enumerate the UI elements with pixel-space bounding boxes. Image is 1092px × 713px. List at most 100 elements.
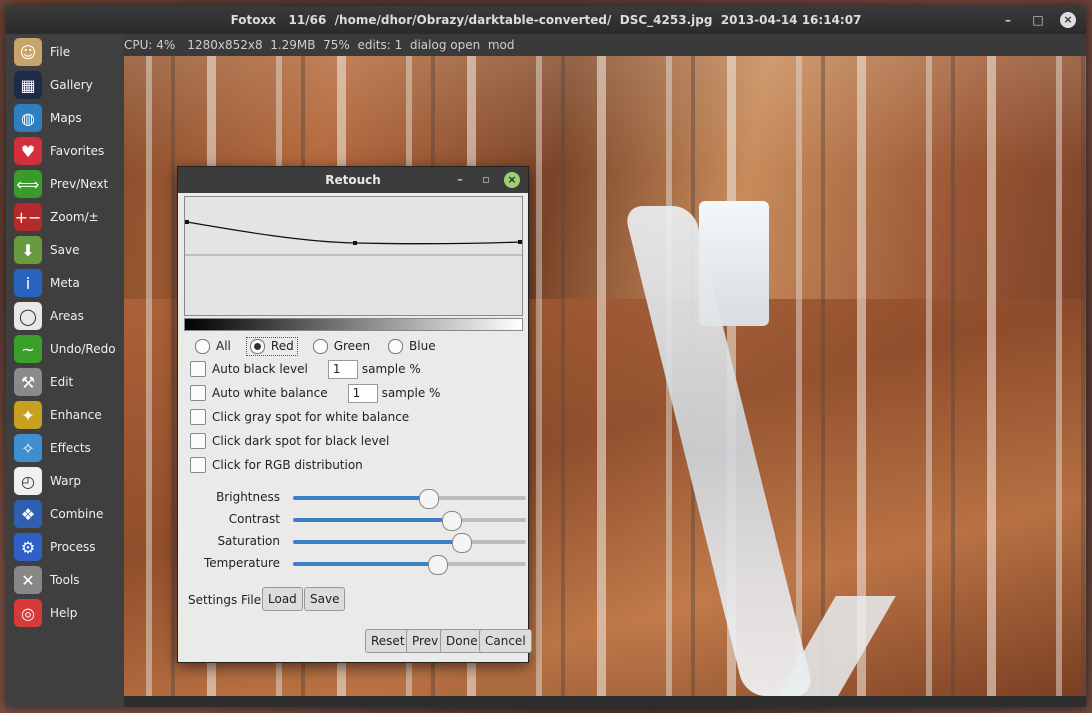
info-icon: i: [14, 269, 42, 297]
sidebar-item-process[interactable]: ⚙ Process: [14, 532, 122, 562]
magic-wand-icon: ✦: [14, 401, 42, 429]
close-button[interactable]: ×: [1060, 12, 1076, 28]
dark-spot-checkbox[interactable]: [190, 433, 206, 449]
slider-knob[interactable]: [419, 489, 440, 509]
sidebar-item-meta[interactable]: i Meta: [14, 268, 122, 298]
radio-indicator: [195, 338, 210, 354]
sidebar-item-combine[interactable]: ❖ Combine: [14, 499, 122, 529]
sidebar-item-effects[interactable]: ✧ Effects: [14, 433, 122, 463]
slider-saturation: Saturation: [188, 531, 526, 553]
curve-node[interactable]: [185, 220, 189, 224]
auto-white-sample-input[interactable]: 1: [347, 383, 378, 403]
slider-track[interactable]: [293, 489, 526, 509]
sidebar-item-edit[interactable]: ⚒ Edit: [14, 367, 122, 397]
auto-black-row: Auto black level 1 sample %: [190, 359, 421, 379]
slider-knob[interactable]: [451, 533, 472, 553]
curve-node[interactable]: [518, 240, 522, 244]
channel-radio-green[interactable]: Green: [310, 338, 373, 355]
radio-indicator: [312, 338, 328, 354]
sidebar-item-label: Process: [50, 540, 96, 554]
sidebar-item-label: Tools: [50, 573, 80, 587]
curve-node[interactable]: [353, 241, 357, 245]
done-button[interactable]: Done: [440, 629, 484, 653]
slider-fill: [293, 540, 461, 544]
sidebar-item-help[interactable]: ◎ Help: [14, 598, 122, 628]
slider-label: Saturation: [217, 534, 280, 548]
slider-fill: [293, 562, 438, 566]
status-bar: CPU: 4% 1280x852x8 1.29MB 75% edits: 1 d…: [124, 34, 1086, 56]
fotoxx-window: Fotoxx 11/66 /home/dhor/Obrazy/darktable…: [6, 6, 1086, 707]
auto-black-checkbox[interactable]: [190, 361, 206, 377]
sidebar-item-maps[interactable]: ◍ Maps: [14, 103, 122, 133]
slider-knob[interactable]: [428, 555, 449, 575]
dark-spot-row: Click dark spot for black level: [190, 431, 389, 451]
sidebar-item-enhance[interactable]: ✦ Enhance: [14, 400, 122, 430]
maximize-button[interactable]: □: [1030, 12, 1046, 28]
prev-button[interactable]: Prev: [406, 629, 445, 653]
save-icon: ⬇: [14, 236, 42, 264]
sidebar-item-file[interactable]: ☺ File: [14, 37, 122, 67]
channel-radio-all[interactable]: All: [192, 338, 234, 355]
lifebuoy-icon: ◎: [14, 599, 42, 627]
lasso-icon: ◯: [14, 302, 42, 330]
sidebar-item-gallery[interactable]: ▦ Gallery: [14, 70, 122, 100]
slider-knob[interactable]: [442, 511, 463, 531]
title-bar: Fotoxx 11/66 /home/dhor/Obrazy/darktable…: [6, 6, 1086, 34]
auto-white-suffix: sample %: [381, 386, 441, 400]
save-settings-button[interactable]: Save: [304, 587, 346, 611]
auto-white-checkbox[interactable]: [190, 385, 206, 401]
cpu-status: CPU: 4%: [124, 38, 176, 52]
rgb-dist-checkbox[interactable]: [190, 457, 206, 473]
auto-black-suffix: sample %: [361, 362, 421, 376]
dialog-title-bar: Retouch – ▫ ×: [178, 167, 528, 193]
slider-label: Brightness: [216, 490, 280, 504]
sidebar-item-label: Effects: [50, 441, 91, 455]
slider-track[interactable]: [293, 533, 526, 553]
dialog-minimize-button[interactable]: –: [452, 172, 468, 188]
auto-black-label: Auto black level: [212, 362, 308, 376]
auto-black-sample-input[interactable]: 1: [327, 359, 358, 379]
tone-gradient-bar: [184, 318, 523, 331]
sidebar-item-save[interactable]: ⬇ Save: [14, 235, 122, 265]
sidebar-item-favorites[interactable]: ♥ Favorites: [14, 136, 122, 166]
rgb-dist-label: Click for RGB distribution: [212, 458, 363, 472]
gray-spot-label: Click gray spot for white balance: [212, 410, 410, 424]
reset-button[interactable]: Reset: [365, 629, 411, 653]
auto-white-label: Auto white balance: [212, 386, 328, 400]
portrait-icon: ☺: [14, 38, 42, 66]
globe-icon: ◍: [14, 104, 42, 132]
sidebar-item-zoom[interactable]: +− Zoom/±: [14, 202, 122, 232]
channel-radio-red[interactable]: Red: [245, 336, 298, 356]
gray-spot-checkbox[interactable]: [190, 409, 206, 425]
brightness-curve-editor[interactable]: [184, 196, 523, 316]
undo-redo-icon: ~: [14, 335, 42, 363]
slider-fill: [293, 496, 429, 500]
gray-spot-row: Click gray spot for white balance: [190, 407, 409, 427]
slider-track[interactable]: [293, 555, 526, 575]
sidebar-item-label: Meta: [50, 276, 80, 290]
sidebar-item-tools[interactable]: ✕ Tools: [14, 565, 122, 595]
dialog-restore-button[interactable]: ▫: [478, 172, 494, 188]
slider-label: Contrast: [228, 512, 280, 526]
cancel-button[interactable]: Cancel: [479, 629, 532, 653]
sidebar-item-warp[interactable]: ◴ Warp: [14, 466, 122, 496]
sidebar-item-prev-next[interactable]: ⟺ Prev/Next: [14, 169, 122, 199]
sidebar-item-label: File: [50, 45, 71, 59]
sidebar-item-label: Prev/Next: [50, 177, 109, 191]
sidebar-item-areas[interactable]: ◯ Areas: [14, 301, 122, 331]
combine-icon: ❖: [14, 500, 42, 528]
radio-indicator: [249, 338, 265, 354]
menu-sidebar: ☺ File ▦ Gallery ◍ Maps ♥ Favorites ⟺ Prev/Next +−…: [6, 34, 124, 707]
effects-icon: ✧: [14, 434, 42, 462]
sidebar-item-undo-redo[interactable]: ~ Undo/Redo: [14, 334, 122, 364]
slider-track[interactable]: [293, 511, 526, 531]
load-settings-button[interactable]: Load: [262, 587, 303, 611]
sidebar-item-label: Undo/Redo: [50, 342, 116, 356]
sidebar-item-label: Save: [50, 243, 80, 257]
dialog-close-button[interactable]: ×: [504, 172, 520, 188]
channel-radio-blue[interactable]: Blue: [385, 338, 439, 355]
minimize-button[interactable]: –: [1000, 12, 1016, 28]
dark-spot-label: Click dark spot for black level: [212, 434, 390, 448]
channel-radio-group: All Red Green Blue: [192, 336, 451, 356]
sidebar-item-label: Combine: [50, 507, 104, 521]
